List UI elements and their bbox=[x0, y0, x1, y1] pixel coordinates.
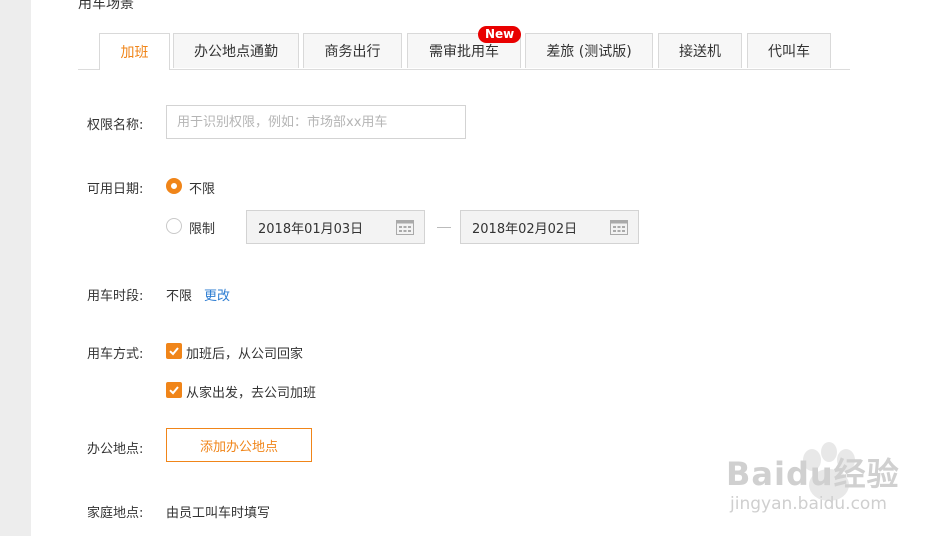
scene-tabs: 加班 办公地点通勤 商务出行 需审批用车 差旅 (测试版) 接送机 代叫车 bbox=[78, 33, 850, 70]
start-date-value: 2018年01月03日 bbox=[258, 221, 364, 237]
checkbox-overtime-home-label: 加班后，从公司回家 bbox=[186, 347, 304, 362]
calendar-icon bbox=[610, 220, 628, 235]
check-icon bbox=[169, 386, 179, 395]
time-period-value: 不限 bbox=[166, 289, 193, 304]
tab-travel-beta[interactable]: 差旅 (测试版) bbox=[525, 33, 653, 68]
tab-call-for-others[interactable]: 代叫车 bbox=[747, 33, 831, 68]
section-title: 用车场景 bbox=[78, 0, 134, 12]
checkbox-overtime-home[interactable] bbox=[166, 343, 182, 359]
calendar-icon bbox=[396, 220, 414, 235]
radio-unlimited[interactable] bbox=[166, 178, 182, 194]
tab-overtime[interactable]: 加班 bbox=[99, 33, 170, 70]
check-icon bbox=[169, 347, 179, 356]
add-office-button[interactable]: 添加办公地点 bbox=[166, 428, 312, 462]
checkbox-home-overtime-label: 从家出发，去公司加班 bbox=[186, 386, 317, 401]
avail-date-label: 可用日期: bbox=[87, 182, 144, 197]
home-value: 由员工叫车时填写 bbox=[166, 506, 271, 521]
checkbox-home-overtime[interactable] bbox=[166, 382, 182, 398]
start-date-field[interactable]: 2018年01月03日 bbox=[246, 210, 425, 244]
office-label: 办公地点: bbox=[87, 442, 144, 457]
perm-name-input[interactable] bbox=[166, 105, 466, 139]
left-gutter bbox=[0, 0, 31, 536]
end-date-value: 2018年02月02日 bbox=[472, 221, 578, 237]
home-label: 家庭地点: bbox=[87, 506, 144, 521]
radio-limited[interactable] bbox=[166, 218, 182, 234]
tab-office-commute[interactable]: 办公地点通勤 bbox=[173, 33, 299, 68]
end-date-field[interactable]: 2018年02月02日 bbox=[460, 210, 639, 244]
change-time-link[interactable]: 更改 bbox=[204, 285, 230, 304]
time-period-label: 用车时段: bbox=[87, 289, 144, 304]
usage-mode-label: 用车方式: bbox=[87, 347, 144, 362]
perm-name-label: 权限名称: bbox=[87, 118, 144, 133]
tab-airport-transfer[interactable]: 接送机 bbox=[658, 33, 742, 68]
radio-limited-label: 限制 bbox=[189, 222, 216, 237]
new-badge: New bbox=[478, 26, 522, 43]
watermark-text: Baidu经验 bbox=[726, 455, 900, 493]
radio-unlimited-label: 不限 bbox=[189, 182, 216, 197]
date-range-dash bbox=[437, 227, 451, 228]
watermark-subtext: jingyan.baidu.com bbox=[730, 494, 887, 514]
tab-business-trip[interactable]: 商务出行 bbox=[303, 33, 402, 68]
